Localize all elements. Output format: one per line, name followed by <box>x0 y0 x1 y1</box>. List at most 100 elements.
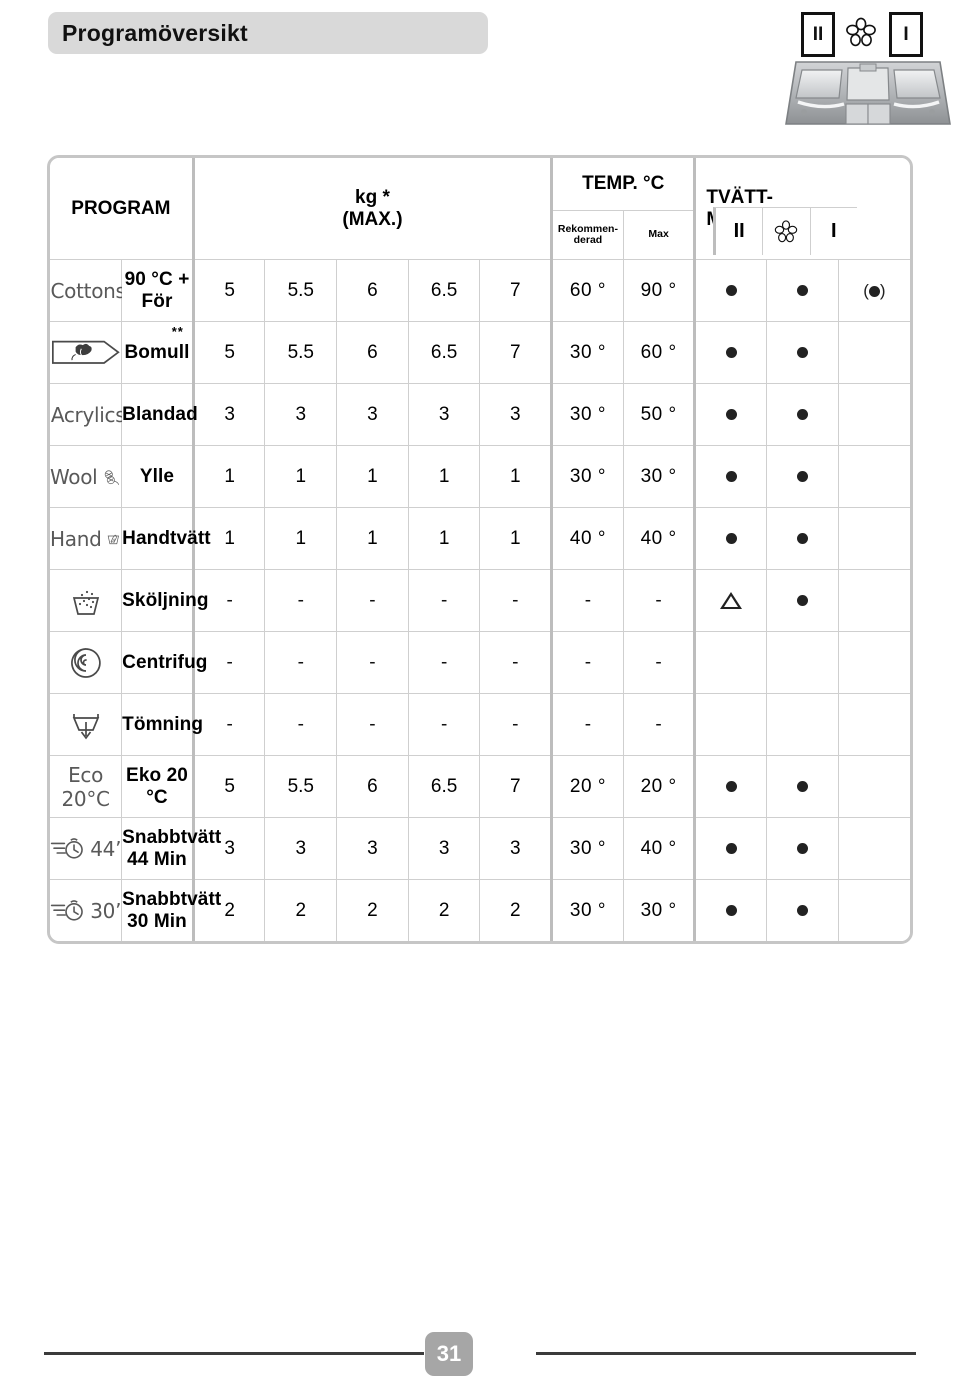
cell-kg: 5 <box>191 321 266 384</box>
cell-kg: 3 <box>407 383 481 446</box>
cell-detergent-ii <box>693 383 768 446</box>
cell-detergent-i <box>837 693 910 756</box>
header-kg: kg * (MAX.) <box>191 158 553 260</box>
table-row: Eco 20°C Eko 20 °C 5 5.5 6 6.5 7 20 ° 20 ° <box>50 755 910 818</box>
cell-detergent-ii <box>693 693 768 756</box>
program-name-cell: Centrifug <box>121 631 207 694</box>
cell-temp-recommended: 30 ° <box>550 321 624 384</box>
footnote-asterisks: ** <box>171 324 184 339</box>
cell-kg: - <box>479 693 553 756</box>
cell-detergent-i <box>837 879 910 941</box>
cell-kg: 1 <box>336 507 409 570</box>
header-det-flower-icon <box>762 207 810 255</box>
detergent-dot <box>796 346 808 358</box>
table-row: Acrylics Blandad 3 3 3 3 3 30 ° 50 ° <box>50 383 910 446</box>
cell-kg: - <box>407 631 481 694</box>
program-name-cell: Ylle <box>121 445 194 508</box>
program-name-cell: Snabbtvätt 30 Min <box>121 879 221 941</box>
table-row: 44’ Snabbtvätt 44 Min 3 3 3 3 3 30 ° 40 ° <box>50 817 910 880</box>
cell-temp-max: - <box>622 631 696 694</box>
cell-temp-max: 60 ° <box>622 321 696 384</box>
detergent-dot <box>796 842 808 854</box>
cell-detergent-flower <box>766 321 839 384</box>
cell-detergent-i <box>837 445 910 508</box>
detergent-dot <box>725 470 737 482</box>
program-name: Ylle <box>139 465 175 487</box>
cell-detergent-flower <box>766 879 839 941</box>
cell-kg: - <box>264 631 338 694</box>
cell-kg: 3 <box>191 383 266 446</box>
header-program: PROGRAM <box>50 158 194 260</box>
page-title-banner: Programöversikt <box>48 12 488 54</box>
compartment-i-symbol: I <box>889 12 923 57</box>
program-icon-cell: 44’ <box>50 817 123 880</box>
cell-temp-max: 90 ° <box>622 259 696 322</box>
cell-kg: 1 <box>479 507 553 570</box>
table-row: Wool Ylle 1 1 1 1 1 30 ° 30 ° <box>50 445 910 508</box>
cell-kg: 3 <box>336 383 409 446</box>
cell-kg: 5 <box>191 755 266 818</box>
cell-kg: 6.5 <box>407 321 481 384</box>
detergent-dot <box>725 408 737 420</box>
detergent-symbol-header-strip: II I <box>713 207 857 255</box>
page-footer: 31 <box>0 1330 960 1376</box>
cell-detergent-flower <box>766 631 839 694</box>
cell-kg: 1 <box>264 445 338 508</box>
cell-kg: - <box>264 569 338 632</box>
cell-temp-recommended: - <box>550 631 624 694</box>
program-icon-cell: Hand <box>50 507 123 570</box>
program-icon-label: Wool <box>50 464 98 489</box>
cell-temp-recommended: 20 ° <box>550 755 624 818</box>
cell-temp-recommended: 30 ° <box>550 383 624 446</box>
detergent-dot <box>725 532 737 544</box>
program-name: Centrifug <box>122 651 208 673</box>
page-number-badge: 31 <box>425 1332 473 1376</box>
program-icon-label: Acrylics <box>50 402 126 427</box>
cell-temp-max: - <box>622 693 696 756</box>
detergent-dot <box>796 470 808 482</box>
program-icon-cell <box>50 321 123 384</box>
cell-kg: - <box>479 631 553 694</box>
cell-detergent-ii <box>693 631 768 694</box>
cell-detergent-ii <box>693 321 768 384</box>
cell-kg: 2 <box>407 879 481 941</box>
detergent-dot-optional: () <box>863 280 886 300</box>
cell-kg: 6 <box>336 755 409 818</box>
header-temp-recommended: Rekommen-derad <box>550 210 624 260</box>
program-name-cell: Tömning <box>121 693 203 756</box>
cell-detergent-ii <box>693 817 768 880</box>
program-icon-label: Cottons <box>50 278 126 303</box>
program-name-cell: ** Bomull <box>121 321 194 384</box>
program-name-cell: Snabbtvätt 44 Min <box>121 817 221 880</box>
cell-kg: 2 <box>264 879 338 941</box>
cell-temp-max: 20 ° <box>622 755 696 818</box>
program-name-cell: Sköljning <box>121 569 208 632</box>
program-icon-cell: Acrylics <box>50 383 126 446</box>
cell-detergent-ii <box>693 879 768 941</box>
program-icon-cell: Wool <box>50 445 123 508</box>
cell-detergent-i <box>837 569 910 632</box>
program-name: Sköljning <box>122 589 209 611</box>
table-header-row-1: PROGRAM kg * (MAX.) TEMP. °C TVÄTT- MEDE… <box>50 158 910 260</box>
table-row: Centrifug - - - - - - - <box>50 631 910 694</box>
cell-detergent-flower <box>766 383 839 446</box>
detergent-dot <box>725 346 737 358</box>
program-name: 90 °C + För <box>124 268 190 312</box>
program-icon-label: 30’ <box>90 898 122 923</box>
cell-temp-max: 40 ° <box>622 817 696 880</box>
cell-kg: 7 <box>479 259 553 322</box>
cell-kg: - <box>336 569 409 632</box>
cell-kg: 2 <box>336 879 409 941</box>
cell-kg: - <box>407 569 481 632</box>
flower-icon <box>844 16 878 50</box>
detergent-dot <box>725 780 737 792</box>
cell-kg: 5.5 <box>264 321 338 384</box>
cell-detergent-i <box>837 321 910 384</box>
detergent-drawer-illustration: II I <box>782 6 954 132</box>
cell-detergent-flower <box>766 569 839 632</box>
detergent-dot <box>796 780 808 792</box>
cell-temp-max: 30 ° <box>622 445 696 508</box>
table-row: ** Bomull 5 5.5 6 6.5 7 30 ° 60 ° <box>50 321 910 384</box>
cell-detergent-ii <box>693 445 768 508</box>
detergent-dot <box>796 594 808 606</box>
